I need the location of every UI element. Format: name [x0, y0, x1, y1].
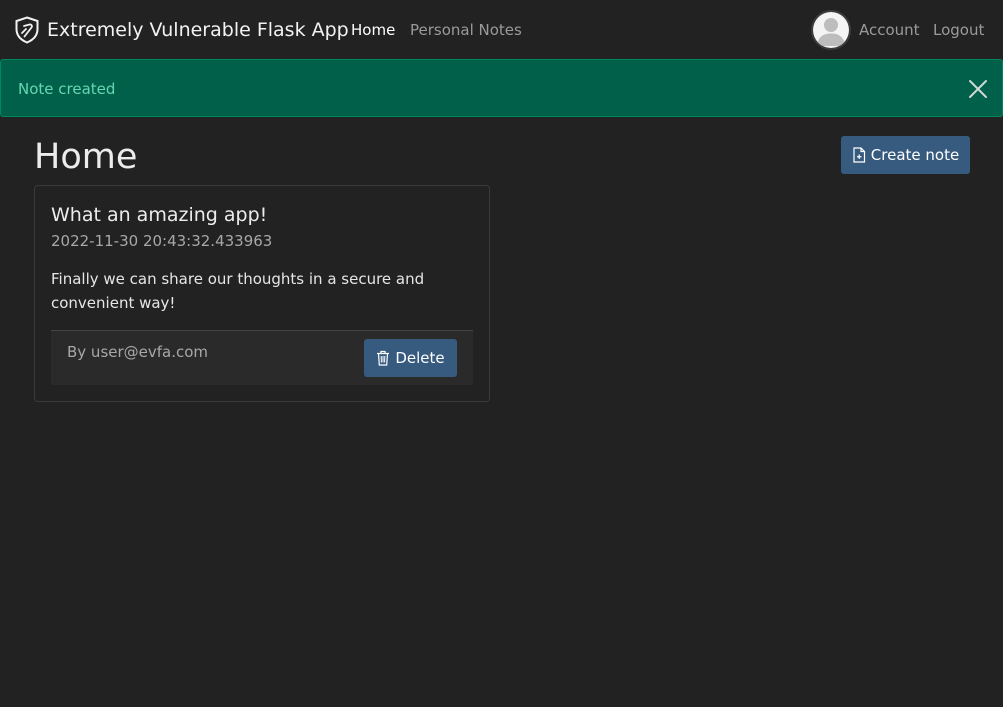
shield-icon: [14, 16, 40, 44]
success-alert: Note created: [0, 59, 1003, 117]
note-body: Finally we can share our thoughts in a s…: [51, 270, 425, 312]
delete-label: Delete: [395, 349, 445, 367]
nav-personal-notes[interactable]: Personal Notes: [410, 21, 522, 39]
trash-icon: [376, 350, 390, 366]
note-timestamp: 2022-11-30 20:43:32.433963: [51, 232, 273, 250]
brand-link[interactable]: Extremely Vulnerable Flask App: [14, 16, 349, 44]
nav-home[interactable]: Home: [351, 21, 395, 39]
note-card: What an amazing app! 2022-11-30 20:43:32…: [34, 185, 490, 402]
create-note-label: Create note: [870, 146, 960, 164]
nav-logout[interactable]: Logout: [933, 21, 984, 39]
nav-account[interactable]: Account: [859, 21, 920, 39]
delete-note-button[interactable]: Delete: [364, 339, 457, 377]
note-author: By user@evfa.com: [67, 343, 209, 361]
note-footer: By user@evfa.com Delete: [51, 330, 473, 385]
create-note-button[interactable]: Create note: [841, 136, 970, 174]
user-avatar-icon[interactable]: [811, 10, 851, 50]
note-title: What an amazing app!: [51, 204, 268, 226]
brand-name: Extremely Vulnerable Flask App: [47, 19, 349, 41]
page-title: Home: [34, 137, 138, 177]
navbar: Extremely Vulnerable Flask App Home Pers…: [0, 0, 1003, 59]
alert-message: Note created: [18, 80, 116, 98]
file-plus-icon: [852, 147, 866, 163]
close-icon[interactable]: [967, 78, 989, 100]
